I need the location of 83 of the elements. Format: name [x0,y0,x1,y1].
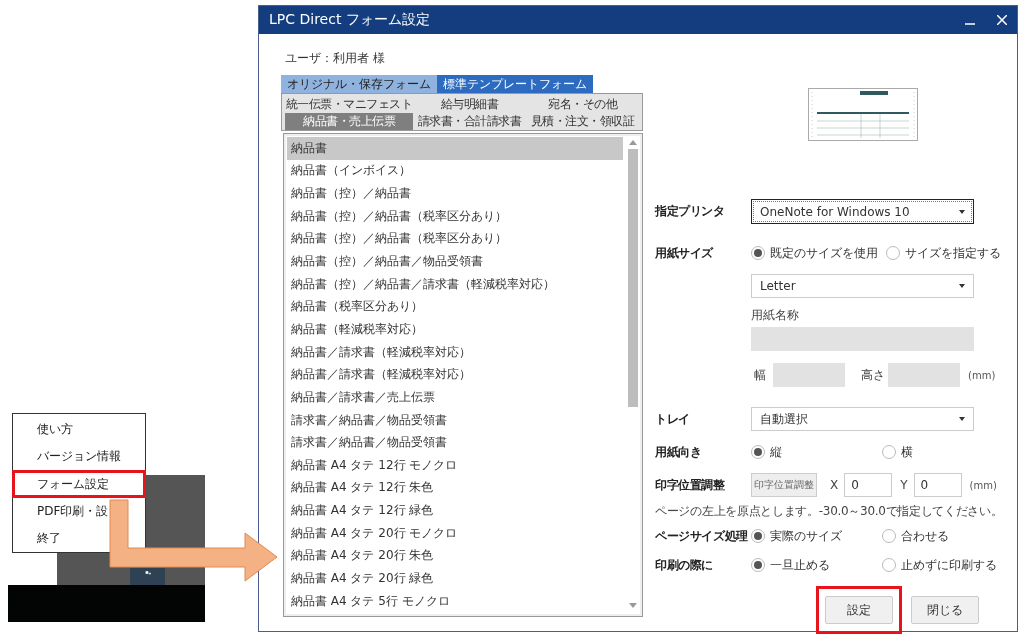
list-item[interactable]: 納品書 A4 タテ 20行 朱色 [287,544,623,568]
list-item[interactable]: 納品書 A4 タテ 20行 緑色 [287,567,623,590]
dialog-button[interactable]: 設定 [825,596,893,624]
menu-item[interactable]: 終了 [12,524,146,552]
list-item[interactable]: 納品書 A4 タテ 12行 朱色 [287,476,623,500]
user-label: ユーザ：利用者 様 [285,50,386,65]
taskbar-button[interactable] [130,568,165,585]
field-label: 用紙サイズ [655,244,715,262]
tab[interactable]: 給与明細書 [413,96,526,113]
tab[interactable]: 統一伝票・マニフェスト [285,96,413,113]
list-item[interactable]: 納品書（控）／納品書 [287,182,623,205]
radio-button[interactable] [751,529,765,543]
unit-label: (mm) [969,479,997,491]
close-icon[interactable] [997,15,1007,25]
radio-button[interactable] [751,558,765,572]
tray-dropdown[interactable]: 自動選択 [751,407,974,431]
radio-label: 実際のサイズ [770,527,842,545]
list-item[interactable]: 納品書（控）／納品書（税率区分あり） [287,204,623,228]
position-adjust-button[interactable]: 印字位置調整 [751,473,817,497]
paper-size-dropdown[interactable]: Letter [751,274,974,298]
radio-label: 止めずに印刷する [901,556,997,574]
y-offset-field[interactable]: 0 [913,473,962,497]
field-label: 印字位置調整 [655,476,726,494]
dropdown-caret-icon [959,284,965,288]
radio-button[interactable] [882,558,896,572]
printer-dropdown[interactable]: OneNote for Windows 10 [751,199,974,224]
menu-item[interactable]: PDF印刷・設 [12,497,146,525]
radio-button[interactable] [751,246,765,260]
list-item[interactable]: 納品書／請求書／売上伝票 [287,386,623,409]
list-item[interactable]: 請求書／納品書／物品受領書 [287,408,623,432]
radio-label: 横 [901,443,913,461]
dropdown-caret-icon [959,209,965,214]
tab[interactable]: オリジナル・保存フォーム [281,75,437,93]
window-title: LPC Direct フォーム設定 [269,11,431,29]
unit-label: (mm) [968,369,996,381]
field-label: Y [900,478,908,492]
list-item[interactable]: 納品書（控）／納品書／請求書（軽減税率対応） [287,272,623,296]
menu-item[interactable]: 使い方 [12,416,146,444]
list-item[interactable]: 納品書（インボイス） [287,159,623,183]
height-field[interactable] [888,363,960,387]
field-label: 指定プリンタ [655,203,726,220]
list-item[interactable]: 請求書／納品書／物品受領書 [287,431,623,454]
radio-label: 縦 [770,443,782,461]
radio-button[interactable] [882,529,896,543]
dialog-button[interactable]: 閉じる [911,596,979,624]
list-item[interactable]: 納品書 [287,137,623,160]
radio-label: サイズを指定する [905,244,1001,262]
tab[interactable]: 見積・注文・領収証 [526,113,639,130]
menu-item[interactable]: バージョン情報 [12,443,146,471]
dropdown-caret-icon [959,417,965,421]
radio-button[interactable] [886,246,900,260]
field-label: 高さ [861,366,886,384]
list-item[interactable]: 納品書 A4 タテ 20行 モノクロ [287,521,623,545]
radio-label: 合わせる [901,527,949,545]
list-item[interactable]: 納品書（控）／納品書（税率区分あり） [287,227,623,251]
tab[interactable]: 納品書・売上伝票 [285,113,413,130]
paper-name-field[interactable] [751,327,974,351]
field-label: 幅 [754,366,767,384]
list-item[interactable]: 納品書（税率区分あり） [287,295,623,319]
tab[interactable]: 請求書・合計請求書 [413,113,526,130]
list-item[interactable]: 納品書 A4 タテ 12行 緑色 [287,499,623,522]
list-item[interactable]: 納品書（軽減税率対応） [287,318,623,341]
field-label: ページサイズ処理 [655,527,749,545]
tab[interactable]: 標準テンプレートフォーム [437,75,593,93]
field-label: トレイ [655,410,691,428]
menu-item[interactable]: フォーム設定 [12,470,146,498]
field-label: 用紙名称 [751,306,799,324]
radio-button[interactable] [882,445,896,459]
list-item[interactable]: 納品書（控）／納品書／物品受領書 [287,250,623,273]
radio-button[interactable] [751,445,765,459]
radio-label: 既定のサイズを使用 [770,244,878,262]
list-item[interactable]: 納品書／請求書（軽減税率対応） [287,340,623,364]
field-label: 用紙向き [655,443,703,461]
hint-text: ページの左上を原点とします。-30.0～30.0で指定してください。 [655,502,1003,520]
tab[interactable]: 宛名・その他 [526,96,639,113]
radio-label: 一旦止める [770,556,830,574]
width-field[interactable] [773,363,845,387]
list-item[interactable]: 納品書／請求書（軽減税率対応） [287,363,623,387]
x-offset-field[interactable]: 0 [844,473,893,497]
field-label: 印刷の際に [655,556,714,574]
list-item[interactable]: 納品書 A4 タテ 12行 モノクロ [287,453,623,477]
field-label: X [830,478,839,492]
list-item[interactable]: 納品書 A4 タテ 5行 モノクロ [287,589,623,613]
